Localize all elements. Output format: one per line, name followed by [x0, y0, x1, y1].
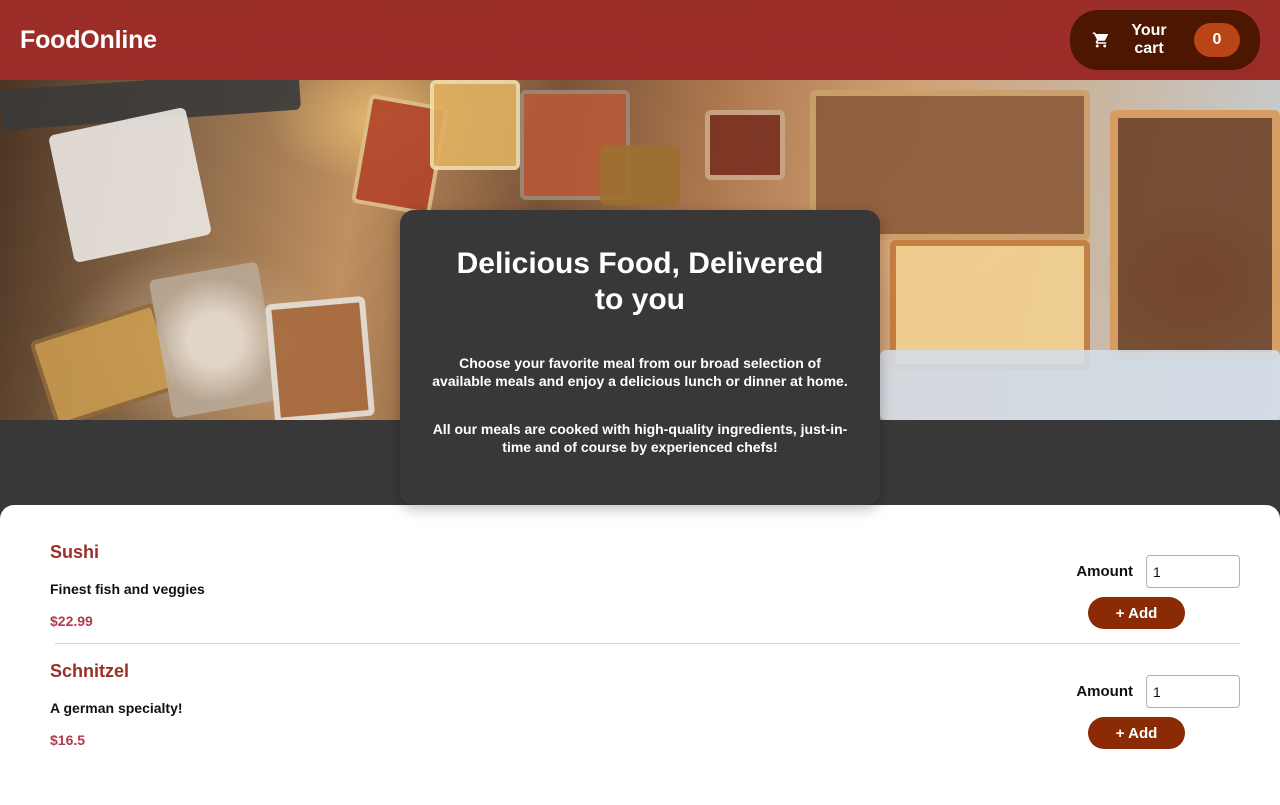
meal-price: $22.99 [50, 613, 93, 629]
add-to-cart-button[interactable]: + Add [1088, 597, 1185, 629]
amount-label: Amount [1076, 563, 1133, 580]
amount-input[interactable] [1146, 555, 1240, 588]
meals-list: Sushi Finest fish and veggies $22.99 Amo… [0, 505, 1280, 805]
amount-row: Amount [1068, 555, 1240, 588]
meal-item-sushi: Sushi Finest fish and veggies $22.99 Amo… [50, 505, 1240, 643]
cart-count-badge: 0 [1194, 23, 1240, 57]
amount-row: Amount [1068, 675, 1240, 708]
app-header: FoodOnline Your cart 0 [0, 0, 1280, 80]
summary-paragraph-2: All our meals are cooked with high-quali… [432, 421, 848, 455]
amount-input[interactable] [1146, 675, 1240, 708]
meal-info: Schnitzel A german specialty! $16.5 [50, 661, 1240, 748]
summary-paragraph-1: Choose your favorite meal from our broad… [432, 355, 848, 389]
meal-add-form: Amount + Add [1068, 675, 1240, 749]
meal-description: A german specialty! [50, 700, 183, 716]
meal-add-form: Amount + Add [1068, 555, 1240, 629]
cart-label: Your cart [1131, 22, 1167, 57]
meal-name: Sushi [50, 542, 100, 562]
meal-name: Schnitzel [50, 661, 130, 681]
meal-price: $16.5 [50, 732, 86, 748]
shopping-cart-icon [1092, 31, 1110, 49]
meal-item-schnitzel: Schnitzel A german specialty! $16.5 Amou… [50, 643, 1240, 781]
summary-card: Delicious Food, Delivered to you Choose … [400, 210, 880, 505]
meal-description: Finest fish and veggies [50, 581, 205, 597]
meal-info: Sushi Finest fish and veggies $22.99 [50, 542, 1240, 629]
summary-title: Delicious Food, Delivered to you [456, 247, 824, 316]
add-to-cart-button[interactable]: + Add [1088, 717, 1185, 749]
cart-button[interactable]: Your cart 0 [1070, 10, 1260, 70]
brand-logo: FoodOnline [20, 25, 157, 54]
amount-label: Amount [1076, 683, 1133, 700]
